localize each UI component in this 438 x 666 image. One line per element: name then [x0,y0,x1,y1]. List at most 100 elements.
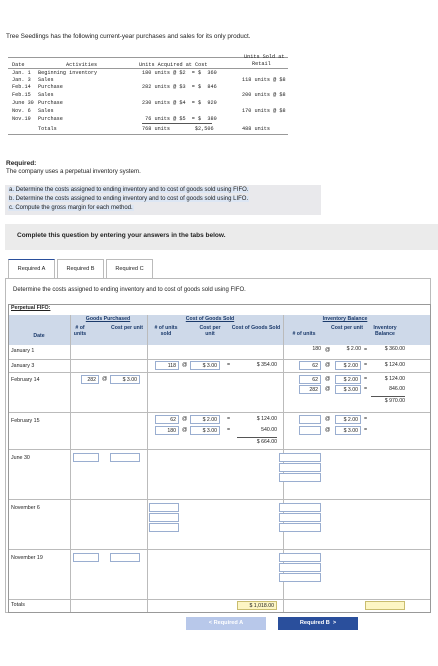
col-divider [70,315,71,612]
question-c: c. Compute the gross margin for each met… [8,205,134,211]
row-activity: Purchase [38,84,63,90]
feb14-inv-balance-1: $ 124.00 [384,376,405,382]
col-date: Date [33,333,45,339]
at-sign: @ [182,416,188,422]
row-activity: Totals [38,126,57,132]
prev-required-a-button[interactable]: < Required A [186,617,266,630]
june30-inv-units-3-input[interactable] [279,473,321,482]
fifo-title: Perpetual FIFO: [11,305,51,311]
feb15-cogs-1: $ 124.00 [256,416,277,422]
perpetual-fifo-table: Perpetual FIFO: Goods Purchased Cost of … [8,304,431,613]
feb15-cogs-2: 540.00 [261,427,277,433]
instruction-text: Determine the costs assigned to ending i… [13,287,246,293]
equals-sign: = [364,362,368,368]
complete-banner: Complete this question by entering your … [5,224,438,250]
row-acquired: 768 units $2,506 [142,126,214,132]
row-sold: 170 units @ $8 [242,108,286,114]
feb15-units-sold-2-input[interactable]: 180 [155,426,179,435]
next-button-label: Required B [299,620,330,626]
feb14-inv-cost-1-input[interactable]: $ 2.00 [335,375,361,384]
required-subtitle: The company uses a perpetual inventory s… [6,168,141,175]
at-sign: @ [325,416,331,422]
feb15-units-sold-1-input[interactable]: 62 [155,415,179,424]
nov6-inv-units-3-input[interactable] [279,523,321,532]
june30-inv-units-1-input[interactable] [279,453,321,462]
chevron-right-icon: > [329,620,337,626]
question-a: a. Determine the costs assigned to endin… [8,187,250,193]
at-sign: @ [325,347,331,353]
at-sign: @ [182,427,188,433]
date-totals: Totals [11,602,25,608]
june30-purchased-units-input[interactable] [73,453,99,462]
at-sign: @ [182,362,188,368]
row-date: Feb.15 [12,92,31,98]
date-june-30: June 30 [11,455,30,461]
tab-required-c[interactable]: Required C [106,259,153,279]
feb15-inv-cost-1-input[interactable]: $ 2.00 [335,415,361,424]
prev-button-label: Required A [213,620,244,626]
feb15-inv-units-2-input[interactable] [299,426,321,435]
tab-required-b[interactable]: Required B [57,259,104,279]
totals-cogs-field[interactable]: $ 1,018.00 [237,601,277,610]
jan3-cogs: $ 354.00 [256,362,277,368]
nov6-units-sold-3-input[interactable] [149,523,179,532]
next-required-b-button[interactable]: Required B > [278,617,358,630]
feb15-cost-1-input[interactable]: $ 2.00 [190,415,220,424]
feb14-inv-units-1-input[interactable]: 62 [299,375,321,384]
at-sign: @ [102,376,108,382]
col-inv-balance: Inventory Balance [373,325,397,337]
jan3-units-sold-input[interactable]: 118 [155,361,179,370]
nov19-purchased-cost-input[interactable] [110,553,140,562]
jan1-inv-cost: $ 2.00 [346,346,361,352]
question-b-text: b. Determine the costs assigned to endin… [8,196,250,202]
nov6-inv-units-2-input[interactable] [279,513,321,522]
row-activity: Sales [38,77,54,83]
col-units-sold: # of units sold [154,325,178,337]
group-cost-of-goods-sold: Cost of Goods Sold [185,316,235,322]
nov19-purchased-units-input[interactable] [73,553,99,562]
nov19-inv-units-2-input[interactable] [279,563,321,572]
jan3-inv-cost-input[interactable]: $ 2.00 [335,361,361,370]
feb15-inv-cost-2-input[interactable]: $ 3.00 [335,426,361,435]
col-purchased-units: # of units [73,325,87,337]
nov6-units-sold-2-input[interactable] [149,513,179,522]
header-units-sold-1: Units Sold at [244,54,285,60]
nov6-units-sold-1-input[interactable] [149,503,179,512]
feb14-inv-total: $ 970.00 [371,396,405,406]
june30-inv-units-2-input[interactable] [279,463,321,472]
row-divider [9,599,430,600]
nov19-inv-units-3-input[interactable] [279,573,321,582]
june30-purchased-cost-input[interactable] [110,453,140,462]
at-sign: @ [325,427,331,433]
row-divider [9,449,430,450]
feb14-inv-cost-2-input[interactable]: $ 3.00 [335,385,361,394]
jan3-cost-per-unit-input[interactable]: $ 3.00 [190,361,220,370]
feb14-purchased-cost-input[interactable]: $ 3.00 [110,375,140,384]
totals-inventory-field[interactable] [365,601,405,610]
jan3-inv-units-input[interactable]: 62 [299,361,321,370]
header-units-sold-2: Retail [252,61,271,67]
feb14-purchased-units-input[interactable]: 282 [81,375,99,384]
date-feb-15: February 15 [11,418,40,424]
row-activity: Sales [38,108,54,114]
row-date: Nov. 6 [12,108,31,114]
row-acquired: 230 units @ $4 = $ 920 [142,100,217,106]
equals-sign: = [227,416,231,422]
row-date: Jan. 1 [12,70,31,76]
date-feb-14: February 14 [11,377,40,383]
row-acquired: 180 units @ $2 = $ 360 [142,70,217,76]
intro-text: Tree Seedlings has the following current… [6,33,251,40]
nov6-inv-units-1-input[interactable] [279,503,321,512]
date-nov-6: November 6 [11,505,40,511]
tab-required-a[interactable]: Required A [8,259,55,279]
equals-sign: = [364,347,368,353]
nov19-inv-units-1-input[interactable] [279,553,321,562]
row-activity: Purchase [38,100,63,106]
row-divider [9,412,430,413]
date-jan-1: January 1 [11,348,35,354]
feb15-inv-units-1-input[interactable] [299,415,321,424]
row-activity: Purchase [38,116,63,122]
feb14-inv-units-2-input[interactable]: 282 [299,385,321,394]
feb15-cost-2-input[interactable]: $ 3.00 [190,426,220,435]
row-activity: Sales [38,92,54,98]
